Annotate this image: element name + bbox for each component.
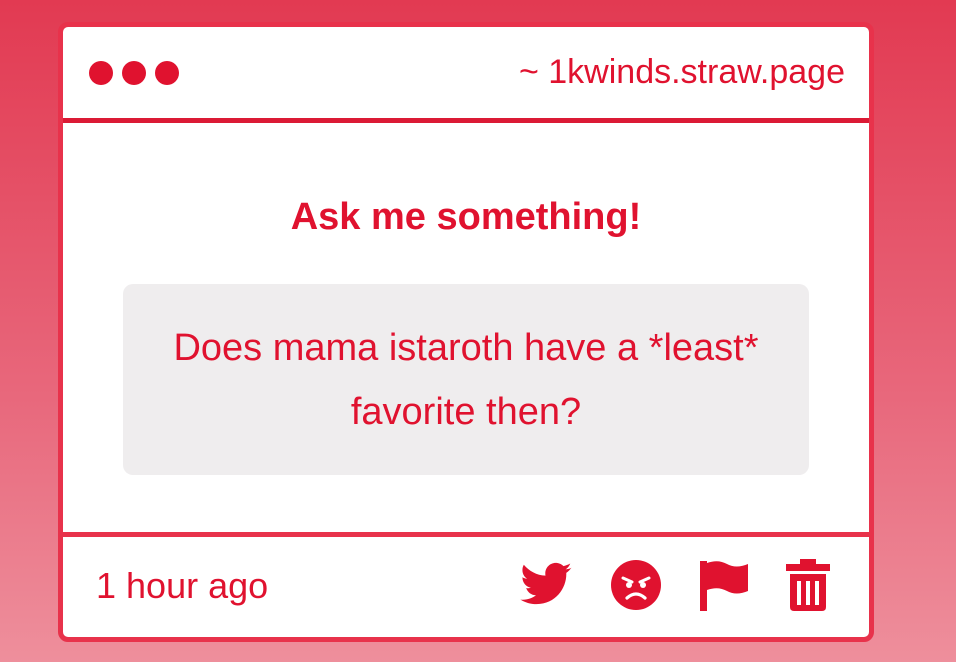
angry-face-icon [611, 560, 661, 610]
window-dot-icon [155, 61, 179, 85]
share-twitter-button[interactable] [518, 557, 574, 613]
report-button[interactable] [696, 557, 752, 613]
window-controls [89, 61, 179, 85]
card-footer: 1 hour ago [63, 532, 869, 637]
twitter-icon [520, 562, 572, 605]
card-content: Ask me something! Does mama istaroth hav… [63, 123, 869, 533]
block-button[interactable] [608, 557, 664, 613]
question-card: ~ 1kwinds.straw.page Ask me something! D… [58, 22, 874, 642]
delete-button[interactable] [780, 557, 836, 613]
question-text: Does mama istaroth have a *least* favori… [173, 326, 759, 433]
trash-icon [786, 559, 830, 611]
window-dot-icon [122, 61, 146, 85]
timestamp: 1 hour ago [96, 565, 269, 606]
flag-icon [700, 561, 748, 611]
question-box: Does mama istaroth have a *least* favori… [123, 284, 809, 475]
site-url[interactable]: ~ 1kwinds.straw.page [519, 53, 845, 92]
page-title: Ask me something! [290, 196, 642, 238]
window-dot-icon [89, 61, 113, 85]
window-titlebar: ~ 1kwinds.straw.page [63, 27, 869, 123]
